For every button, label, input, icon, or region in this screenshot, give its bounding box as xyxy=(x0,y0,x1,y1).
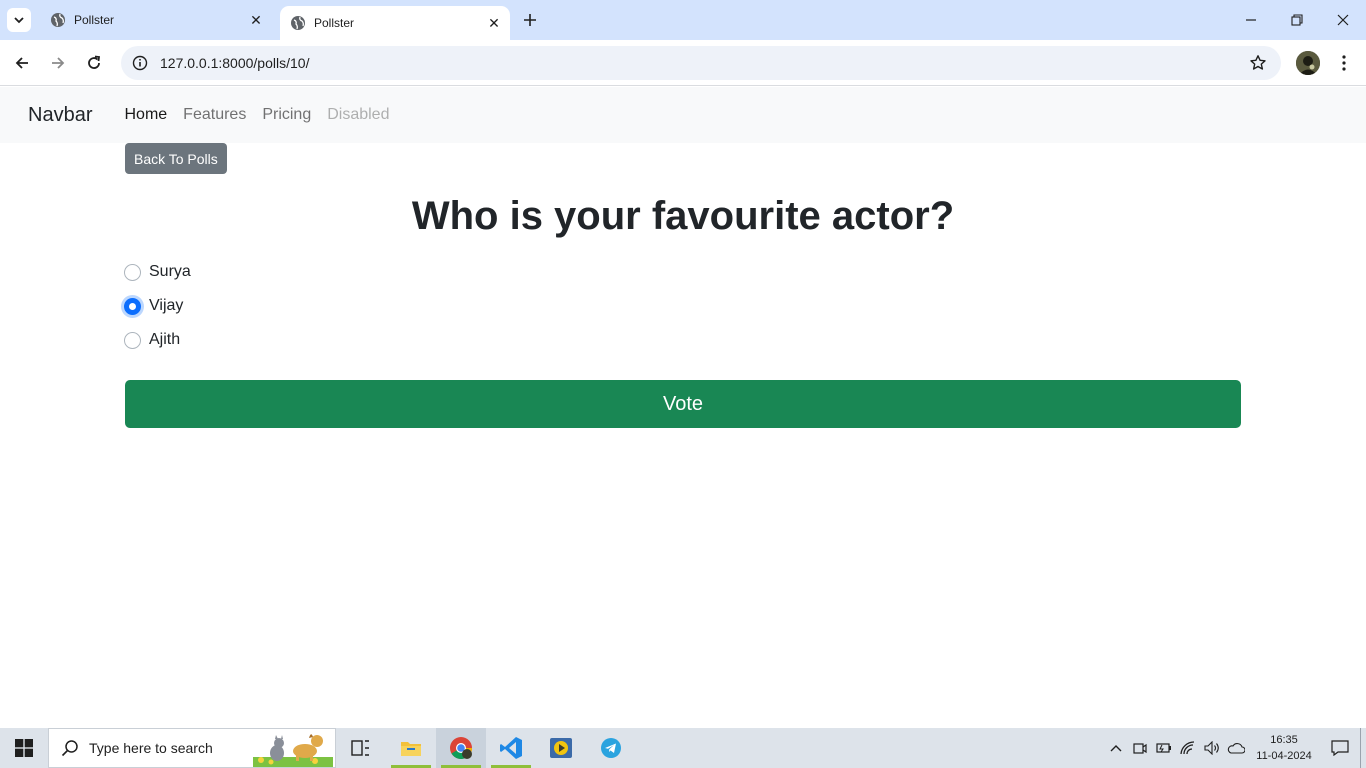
choice-radio[interactable] xyxy=(124,297,141,315)
site-info-icon[interactable] xyxy=(124,49,156,77)
choice-radio[interactable] xyxy=(124,263,141,281)
taskbar-search[interactable]: Type here to search xyxy=(48,728,336,768)
nav-link-home[interactable]: Home xyxy=(116,106,175,124)
clock-date: 11-04-2024 xyxy=(1256,750,1312,762)
tab-title: Pollster xyxy=(74,13,115,27)
forward-button[interactable] xyxy=(42,47,74,79)
tray-network[interactable] xyxy=(1176,728,1200,768)
notification-center-button[interactable] xyxy=(1320,728,1360,768)
browser-menu-button[interactable] xyxy=(1331,49,1357,77)
taskbar-media-app[interactable] xyxy=(536,728,586,768)
tray-overflow-button[interactable] xyxy=(1104,728,1128,768)
close-tab-icon[interactable]: ✕ xyxy=(484,13,504,33)
volume-icon xyxy=(1204,741,1219,755)
battery-icon xyxy=(1156,743,1171,753)
poll-question: Who is your favourite actor? xyxy=(411,194,955,238)
minimize-button[interactable] xyxy=(1228,0,1274,40)
clock-time: 16:35 xyxy=(1270,734,1298,746)
back-button[interactable] xyxy=(6,47,38,79)
restore-icon xyxy=(1291,14,1303,26)
choice-label[interactable]: Ajith xyxy=(149,331,180,349)
nav-link-pricing[interactable]: Pricing xyxy=(254,106,319,124)
address-bar[interactable]: 127.0.0.1:8000/polls/10/ xyxy=(121,46,1281,80)
taskbar-clock[interactable]: 16:35 11-04-2024 xyxy=(1248,732,1320,764)
reload-icon xyxy=(88,55,101,69)
vscode-icon xyxy=(500,737,522,759)
search-highlight-illustration xyxy=(253,734,333,767)
taskbar-telegram[interactable] xyxy=(586,728,636,768)
globe-icon xyxy=(51,13,65,27)
chrome-icon xyxy=(450,737,472,759)
choice-label[interactable]: Surya xyxy=(149,263,191,281)
globe-icon xyxy=(291,16,305,30)
tab-pollster-1[interactable]: Pollster ✕ xyxy=(40,0,272,40)
new-tab-button[interactable] xyxy=(518,8,542,32)
notification-icon xyxy=(1331,740,1349,756)
wifi-icon xyxy=(1180,741,1195,755)
camera-icon xyxy=(1133,743,1147,754)
tab-pollster-2[interactable]: Pollster ✕ xyxy=(280,6,510,40)
system-tray: 16:35 11-04-2024 xyxy=(1104,728,1366,768)
search-icon xyxy=(61,740,78,757)
restore-button[interactable] xyxy=(1274,0,1320,40)
folder-icon xyxy=(401,742,421,756)
profile-avatar[interactable] xyxy=(1296,51,1320,75)
back-to-polls-button[interactable]: Back To Polls xyxy=(125,143,227,174)
browser-toolbar: 127.0.0.1:8000/polls/10/ xyxy=(0,40,1366,86)
tab-strip: Pollster ✕ Pollster ✕ xyxy=(0,0,1366,40)
choice-item-ajith[interactable]: Ajith xyxy=(124,323,191,357)
chevron-up-icon xyxy=(1110,745,1122,752)
vote-button[interactable]: Vote xyxy=(125,380,1241,428)
tray-volume[interactable] xyxy=(1200,728,1224,768)
task-view-button[interactable] xyxy=(336,728,386,768)
site-navbar: Navbar Home Features Pricing Disabled xyxy=(0,87,1366,143)
tab-title: Pollster xyxy=(314,16,355,30)
show-desktop-button[interactable] xyxy=(1360,728,1366,768)
chevron-down-icon xyxy=(14,17,24,24)
windows-logo-icon xyxy=(15,739,33,757)
tray-onedrive[interactable] xyxy=(1224,728,1248,768)
task-view-icon xyxy=(351,740,369,756)
plus-icon xyxy=(524,14,536,26)
close-tab-icon[interactable]: ✕ xyxy=(246,10,266,30)
close-window-button[interactable] xyxy=(1320,0,1366,40)
cloud-icon xyxy=(1227,743,1245,754)
tab-search-button[interactable] xyxy=(7,8,31,32)
arrow-right-icon xyxy=(52,57,65,69)
url-text[interactable]: 127.0.0.1:8000/polls/10/ xyxy=(160,55,1243,71)
minimize-icon xyxy=(1246,19,1256,21)
tray-battery[interactable] xyxy=(1152,728,1176,768)
taskbar-vscode[interactable] xyxy=(486,728,536,768)
choice-item-surya[interactable]: Surya xyxy=(124,255,191,289)
start-button[interactable] xyxy=(0,728,48,768)
nav-link-features[interactable]: Features xyxy=(175,106,254,124)
close-icon xyxy=(1337,14,1349,26)
taskbar-file-explorer[interactable] xyxy=(386,728,436,768)
search-placeholder: Type here to search xyxy=(89,740,213,756)
kebab-menu-icon xyxy=(1342,55,1346,71)
taskbar-chrome[interactable] xyxy=(436,728,486,768)
tray-meet-now[interactable] xyxy=(1128,728,1152,768)
choice-radio[interactable] xyxy=(124,331,141,349)
choice-list: Surya Vijay Ajith xyxy=(124,255,191,357)
navbar-brand[interactable]: Navbar xyxy=(28,104,92,127)
windows-taskbar: Type here to search 16:35 11-04-2024 xyxy=(0,728,1366,768)
choice-item-vijay[interactable]: Vijay xyxy=(124,289,191,323)
reload-button[interactable] xyxy=(78,47,110,79)
choice-label[interactable]: Vijay xyxy=(149,297,183,315)
media-player-icon xyxy=(550,738,572,758)
bookmark-star-icon[interactable] xyxy=(1243,48,1273,78)
nav-link-disabled: Disabled xyxy=(327,106,390,123)
arrow-left-icon xyxy=(15,57,28,69)
telegram-icon xyxy=(601,738,621,758)
